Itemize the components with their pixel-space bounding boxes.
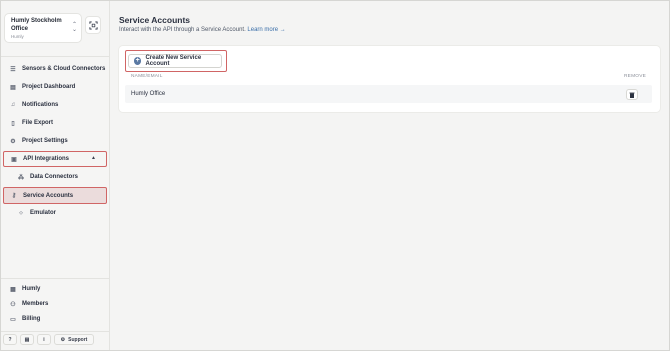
window-frame [0, 0, 670, 351]
